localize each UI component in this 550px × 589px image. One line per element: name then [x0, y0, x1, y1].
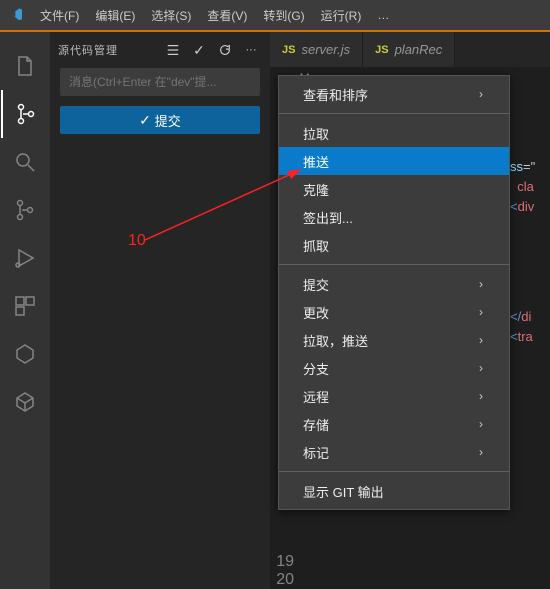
scm-sidebar: 源代码管理 ✓ ··· ✓ 提交	[50, 32, 270, 589]
menu-overflow[interactable]: …	[369, 4, 397, 26]
scm-view-tree-icon[interactable]	[162, 39, 184, 61]
chevron-right-icon: ›	[479, 417, 483, 431]
chevron-right-icon: ›	[479, 445, 483, 459]
activity-explorer[interactable]	[1, 42, 49, 90]
menu-file[interactable]: 文件(F)	[32, 3, 87, 28]
scm-refresh-icon[interactable]	[214, 39, 236, 61]
js-icon: JS	[375, 44, 388, 56]
commit-button[interactable]: ✓ 提交	[60, 106, 260, 134]
chevron-right-icon: ›	[479, 87, 483, 101]
activity-hex[interactable]	[1, 330, 49, 378]
chevron-right-icon: ›	[479, 361, 483, 375]
menu-goto[interactable]: 转到(G)	[255, 3, 312, 28]
menu-select[interactable]: 选择(S)	[143, 3, 199, 28]
ctx-item[interactable]: 分支›	[279, 354, 509, 382]
activity-cube[interactable]	[1, 378, 49, 426]
activity-branch[interactable]	[1, 186, 49, 234]
chevron-right-icon: ›	[479, 305, 483, 319]
menu-edit[interactable]: 编辑(E)	[87, 3, 143, 28]
ctx-item[interactable]: 抓取	[279, 231, 509, 259]
tab-server-js[interactable]: JSserver.js	[270, 32, 363, 67]
chevron-right-icon: ›	[479, 389, 483, 403]
ctx-item[interactable]: 远程›	[279, 382, 509, 410]
scm-more-icon[interactable]: ···	[240, 39, 262, 61]
ctx-item[interactable]: 查看和排序›	[279, 80, 509, 108]
menu-view[interactable]: 查看(V)	[199, 3, 255, 28]
scm-commit-icon[interactable]: ✓	[188, 39, 210, 61]
scm-title: 源代码管理	[58, 42, 118, 58]
js-icon: JS	[282, 44, 295, 56]
menu-run[interactable]: 运行(R)	[313, 3, 370, 28]
chevron-right-icon: ›	[479, 277, 483, 291]
ctx-item[interactable]: 提交›	[279, 270, 509, 298]
commit-button-label: 提交	[155, 111, 181, 130]
ctx-item[interactable]: 克隆	[279, 175, 509, 203]
ctx-separator	[279, 264, 509, 265]
ctx-item[interactable]: 存储›	[279, 410, 509, 438]
commit-message-input[interactable]	[60, 68, 260, 96]
tab-planrec[interactable]: JSplanRec	[363, 32, 455, 67]
title-bar: 文件(F) 编辑(E) 选择(S) 查看(V) 转到(G) 运行(R) …	[0, 0, 550, 32]
scm-context-menu: 查看和排序› 拉取推送克隆签出到...抓取提交›更改›拉取，推送›分支›远程›存储…	[278, 75, 510, 510]
activity-bar	[0, 32, 50, 589]
activity-scm[interactable]	[1, 90, 49, 138]
ctx-item[interactable]: 签出到...	[279, 203, 509, 231]
ctx-item[interactable]: 标记›	[279, 438, 509, 466]
activity-search[interactable]	[1, 138, 49, 186]
activity-debug[interactable]	[1, 234, 49, 282]
ctx-item[interactable]: 显示 GIT 输出	[279, 477, 509, 505]
ctx-separator	[279, 113, 509, 114]
ctx-separator	[279, 471, 509, 472]
vscode-logo-icon	[8, 7, 24, 23]
ctx-item[interactable]: 推送	[279, 147, 509, 175]
activity-extensions[interactable]	[1, 282, 49, 330]
line-numbers-tail: 19 20	[270, 553, 306, 589]
ctx-item[interactable]: 拉取，推送›	[279, 326, 509, 354]
ctx-item[interactable]: 拉取	[279, 119, 509, 147]
chevron-right-icon: ›	[479, 333, 483, 347]
ctx-item[interactable]: 更改›	[279, 298, 509, 326]
tab-bar: JSserver.js JSplanRec	[270, 32, 550, 67]
